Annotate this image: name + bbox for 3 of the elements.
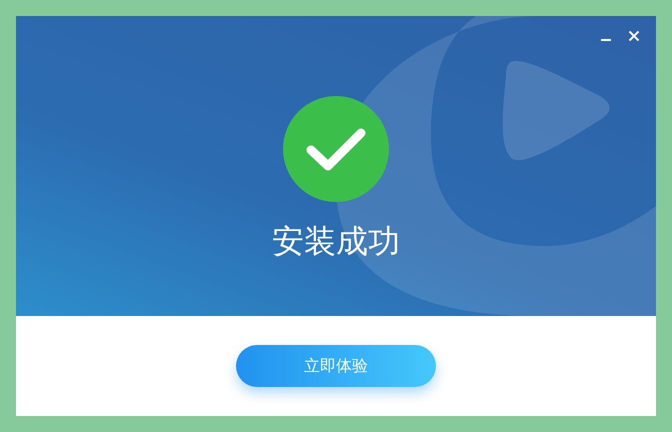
status-message: 安装成功	[272, 221, 400, 262]
start-button[interactable]: 立即体验	[236, 345, 436, 387]
success-check-icon	[283, 96, 389, 202]
